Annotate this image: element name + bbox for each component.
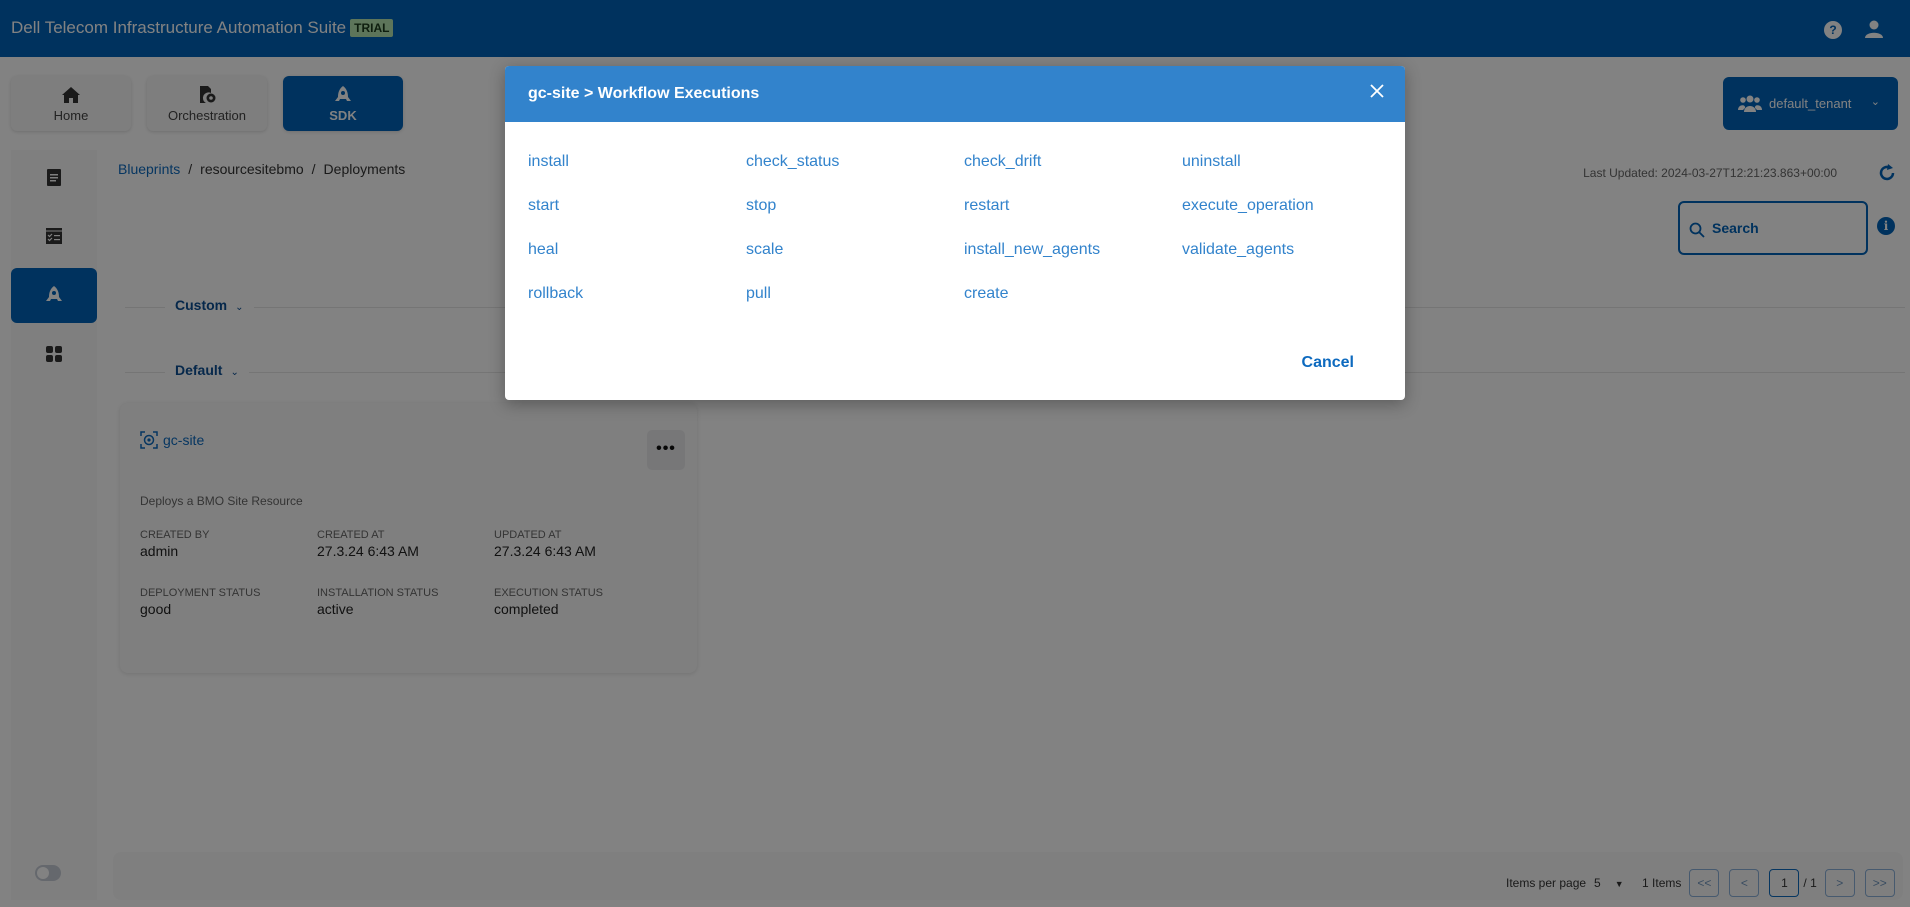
workflow-validate-agents[interactable]: validate_agents: [1182, 241, 1294, 259]
workflow-install[interactable]: install: [528, 153, 569, 171]
workflow-rollback[interactable]: rollback: [528, 285, 583, 303]
workflow-pull[interactable]: pull: [746, 285, 771, 303]
workflow-execute-operation[interactable]: execute_operation: [1182, 197, 1314, 215]
workflow-scale[interactable]: scale: [746, 241, 783, 259]
workflow-check-status[interactable]: check_status: [746, 153, 839, 171]
workflow-executions-modal: gc-site > Workflow Executions install ch…: [505, 66, 1405, 400]
workflow-check-drift[interactable]: check_drift: [964, 153, 1041, 171]
workflow-uninstall[interactable]: uninstall: [1182, 153, 1241, 171]
modal-title: gc-site > Workflow Executions: [505, 66, 1405, 122]
close-icon[interactable]: [1366, 80, 1388, 102]
workflow-restart[interactable]: restart: [964, 197, 1009, 215]
workflow-heal[interactable]: heal: [528, 241, 558, 259]
workflow-install-new-agents[interactable]: install_new_agents: [964, 241, 1100, 259]
workflow-create[interactable]: create: [964, 285, 1008, 303]
cancel-button[interactable]: Cancel: [1302, 354, 1354, 372]
workflow-start[interactable]: start: [528, 197, 559, 215]
workflow-stop[interactable]: stop: [746, 197, 776, 215]
